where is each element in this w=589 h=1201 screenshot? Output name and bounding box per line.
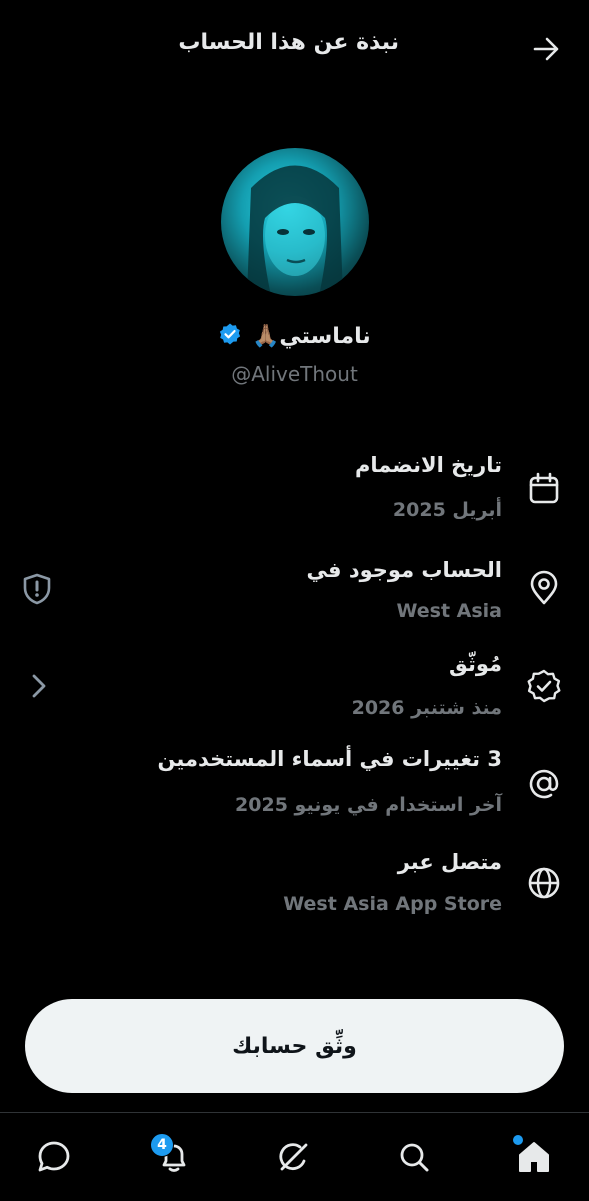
- verify-account-button[interactable]: وثِّق حسابك: [25, 999, 564, 1093]
- prayer-emoji: 🙏🏽: [251, 324, 280, 349]
- connected-via-title: متصل عبر: [397, 850, 502, 874]
- verified-value: منذ شتنبر 2026: [351, 697, 502, 719]
- username-changes-title: 3 تغييرات في أسماء المستخدمين: [157, 747, 502, 771]
- messages-icon[interactable]: [34, 1137, 74, 1177]
- location-value: West Asia: [396, 600, 502, 622]
- back-arrow-icon[interactable]: [531, 34, 561, 64]
- location-pin-icon: [526, 570, 562, 606]
- notifications-badge: 4: [150, 1133, 174, 1157]
- calendar-icon: [526, 471, 562, 507]
- connected-via-value: West Asia App Store: [283, 893, 502, 915]
- location-title: الحساب موجود في: [306, 558, 502, 582]
- avatar: [221, 148, 369, 296]
- chevron-right-icon[interactable]: [26, 672, 52, 700]
- verified-title: مُوثّق: [449, 652, 502, 676]
- username-changes-value: آخر استخدام في يونيو 2025: [235, 794, 502, 816]
- joined-value: أبريل 2025: [392, 499, 502, 521]
- grok-icon[interactable]: [274, 1137, 314, 1177]
- display-name-row: ناماستي🙏🏽: [0, 322, 589, 352]
- user-handle: @AliveThout: [231, 362, 358, 386]
- display-name: ناماستي: [279, 324, 371, 349]
- verified-badge-icon: [526, 668, 562, 704]
- globe-icon: [526, 865, 562, 901]
- home-unread-dot: [513, 1135, 523, 1145]
- shield-alert-icon[interactable]: [20, 572, 54, 606]
- verified-badge-icon: [218, 322, 242, 352]
- search-icon[interactable]: [394, 1137, 434, 1177]
- joined-title: تاريخ الانضمام: [355, 453, 502, 477]
- at-sign-icon: [526, 766, 562, 802]
- page-title: نبذة عن هذا الحساب: [178, 30, 399, 55]
